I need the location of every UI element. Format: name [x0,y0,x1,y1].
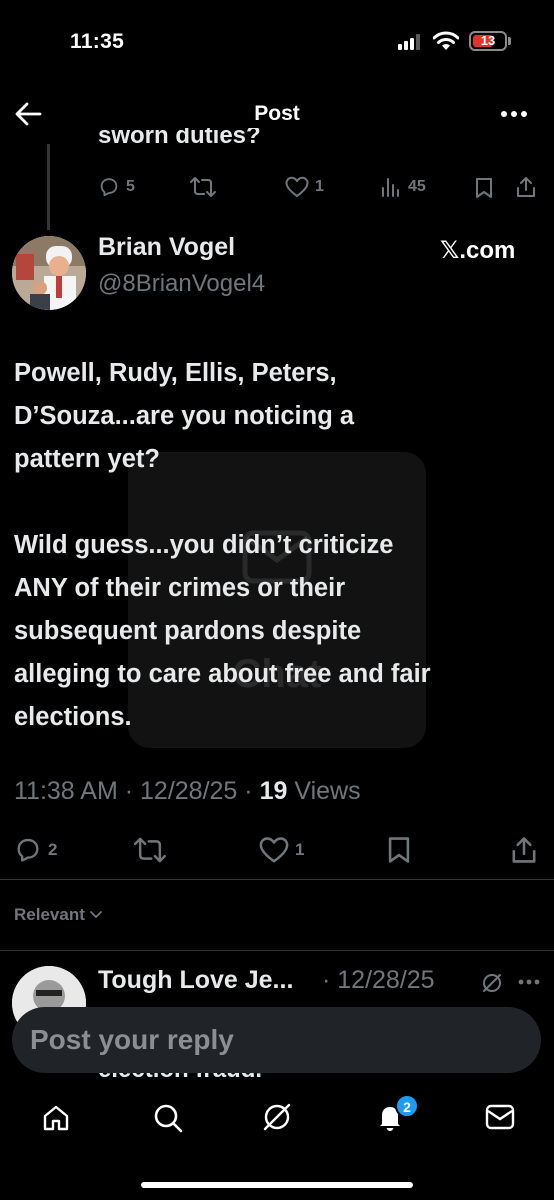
grok-tab-icon[interactable] [261,1101,293,1133]
wifi-icon [433,31,459,50]
cellular-signal-icon [398,34,420,50]
home-indicator[interactable] [141,1182,413,1188]
like-button[interactable]: 1 [259,836,304,864]
compose-placeholder: Post your reply [30,1024,234,1055]
sort-dropdown[interactable]: Relevant [14,905,103,925]
page-title: Post [254,102,300,125]
author-handle[interactable]: @8BrianVogel4 [98,270,265,298]
divider [0,950,554,951]
post-body: Powell, Rudy, Ellis, Peters, D’Souza...a… [14,359,431,731]
views-count: 19 [259,777,288,805]
battery-level: 13 [480,33,496,48]
reply-more-icon[interactable] [518,979,540,985]
heart-icon [285,176,309,197]
reply-compose-input[interactable]: Post your reply [12,1007,541,1073]
like-count: 1 [295,840,305,859]
source-domain-label: 𝕏.com [440,237,516,264]
notifications-badge: 2 [395,1094,419,1118]
post-meta: 11:38 AM · 12/28/25 · 19 Views [14,777,361,805]
previous-repost-button[interactable] [190,176,216,198]
reply-icon [100,178,118,197]
reply-date: · 12/28/25 [322,966,435,994]
previous-reply-count: 5 [126,178,135,195]
divider [0,879,554,880]
grok-icon[interactable] [481,972,503,994]
more-horizontal-icon[interactable] [500,110,528,118]
reply-count: 2 [48,840,58,859]
previous-post-text: sworn duties? [98,128,261,149]
repost-button[interactable] [134,836,166,864]
previous-views-button[interactable]: 45 [380,176,426,198]
thread-line [47,144,50,230]
share-icon[interactable] [515,176,537,198]
messages-icon[interactable] [484,1103,516,1131]
reply-button[interactable]: 2 [14,836,57,864]
previous-reply-button[interactable]: 5 [98,176,135,198]
battery-icon: 13 [469,31,507,51]
bookmark-icon[interactable] [387,836,411,864]
views-label: Views [294,777,361,805]
reply-author-name[interactable]: Tough Love Je... [98,966,293,995]
repost-icon [190,177,216,197]
search-icon[interactable] [152,1102,184,1134]
share-icon[interactable] [510,836,538,864]
author-name[interactable]: Brian Vogel [98,233,235,262]
heart-icon [259,837,289,863]
previous-like-count: 1 [315,178,324,195]
post-date: 12/28/25 [140,777,238,805]
reply-icon [17,838,39,862]
previous-like-button[interactable]: 1 [285,176,324,198]
sort-label: Relevant [14,905,85,924]
battery-nub [508,37,511,45]
post-time: 11:38 AM [14,777,118,805]
chevron-down-icon [89,911,102,919]
author-avatar[interactable] [12,236,86,310]
home-icon[interactable] [41,1103,71,1133]
status-time: 11:35 [70,30,125,53]
bookmark-icon[interactable] [475,177,493,199]
repost-icon [134,837,166,863]
author-avatar-image [12,236,86,310]
previous-views-count: 45 [408,178,426,195]
views-chart-icon [382,178,399,197]
